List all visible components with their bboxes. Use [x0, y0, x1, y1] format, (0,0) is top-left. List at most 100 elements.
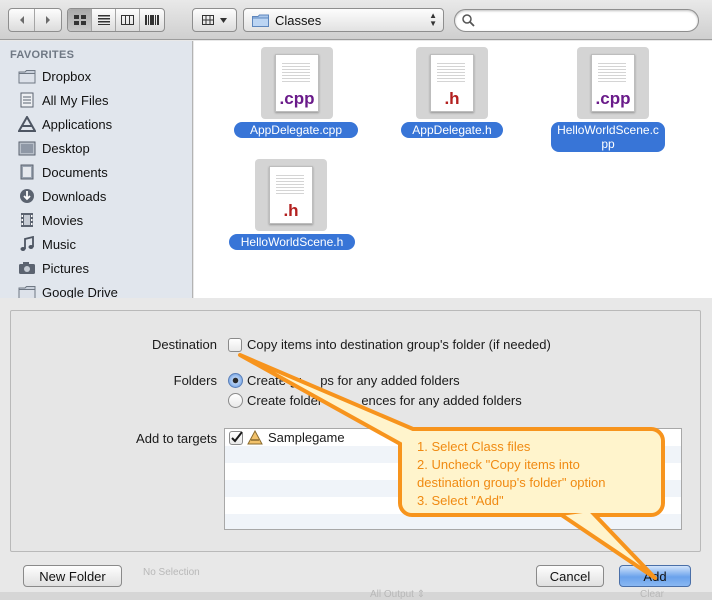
callout-line: 1. Select Class files	[417, 439, 531, 454]
sidebar-item-label: Music	[42, 236, 76, 252]
sidebar-item-applications[interactable]: Applications	[0, 112, 192, 136]
file-name-line: HelloWorldScene.c	[557, 123, 659, 137]
history-nav	[8, 8, 62, 32]
sidebar-item-label: Documents	[42, 164, 108, 180]
search-field[interactable]	[454, 9, 699, 32]
columns-icon	[121, 15, 134, 25]
grid-icon	[73, 15, 86, 25]
sidebar-item-label: Dropbox	[42, 68, 92, 84]
file-extension: .h	[283, 201, 299, 220]
sidebar-item-pictures[interactable]: Pictures	[0, 256, 192, 280]
create-groups-radio[interactable]	[228, 373, 243, 388]
checkmark-icon	[231, 431, 243, 443]
sidebar-item-dropbox[interactable]: Dropbox	[0, 64, 192, 88]
chevron-left-icon	[19, 16, 24, 24]
chevron-right-icon	[46, 16, 50, 24]
file-extension: .cpp	[595, 89, 631, 108]
text-lines	[437, 61, 465, 83]
forward-button[interactable]	[35, 9, 61, 31]
sidebar-item-label: Movies	[42, 212, 84, 228]
new-folder-button[interactable]: New Folder	[23, 565, 122, 587]
document-icon: .h	[430, 54, 474, 112]
sidebar-item-label: Desktop	[42, 140, 90, 156]
file-extension: .h	[444, 89, 460, 108]
applications-icon	[17, 116, 36, 133]
sidebar-header: FAVORITES	[10, 49, 75, 61]
document-icon: .cpp	[275, 54, 319, 112]
copy-items-checkbox[interactable]	[228, 338, 242, 352]
sidebar-item-music[interactable]: Music	[0, 232, 192, 256]
add-button[interactable]: Add	[619, 565, 691, 587]
sidebar-item-google-drive[interactable]: Google Drive	[0, 280, 192, 298]
sidebar-item-all-my-files[interactable]: All My Files	[0, 88, 192, 112]
create-refs-text-b: ences for any added folders	[361, 393, 522, 408]
camera-icon	[17, 260, 36, 277]
text-lines	[282, 61, 310, 83]
create-groups-label: Create gr ps for any added folders	[247, 373, 460, 388]
view-mode-control	[67, 8, 165, 32]
file-name-line: pp	[601, 137, 615, 151]
file-extension: .cpp	[279, 89, 315, 108]
sidebar-item-label: Downloads	[42, 188, 107, 204]
updown-arrows-icon: ▲ ▼	[429, 11, 437, 28]
dropbox-folder-icon	[17, 68, 36, 85]
sidebar-item-label: Applications	[42, 116, 113, 132]
list-icon	[97, 15, 110, 25]
create-references-label: Create folder re ences for any added fold…	[247, 393, 522, 408]
search-icon	[462, 14, 475, 27]
sidebar-item-desktop[interactable]: Desktop	[0, 136, 192, 160]
arrange-button[interactable]	[192, 8, 237, 32]
movies-icon	[17, 212, 36, 229]
music-icon	[17, 236, 36, 253]
file-name: AppDelegate.h	[401, 122, 503, 138]
back-button[interactable]	[9, 9, 35, 31]
text-lines	[276, 173, 304, 195]
destination-label: Destination	[151, 337, 217, 352]
sidebar-item-movies[interactable]: Movies	[0, 208, 192, 232]
background-status-bar: All Output ⇕ Clear	[0, 589, 712, 600]
path-popup-label: Classes	[275, 12, 322, 28]
create-groups-text-b: ps for any added folders	[320, 373, 460, 388]
create-references-radio[interactable]	[228, 393, 243, 408]
icon-view-button[interactable]	[68, 9, 92, 31]
all-files-icon	[17, 92, 36, 109]
folder-icon	[17, 284, 36, 298]
list-view-button[interactable]	[92, 9, 116, 31]
coverflow-icon	[145, 15, 159, 25]
background-all-output: All Output ⇕	[370, 589, 426, 600]
samplegame-checkbox[interactable]	[229, 431, 243, 445]
sidebar: FAVORITES Dropbox All My Files Applicati…	[0, 41, 193, 298]
chevron-down-icon	[220, 17, 227, 23]
desktop-icon	[17, 140, 36, 157]
sidebar-item-documents[interactable]: Documents	[0, 160, 192, 184]
file-name: HelloWorldScene.h	[229, 234, 355, 250]
coverflow-view-button[interactable]	[140, 9, 164, 31]
callout-line: 3. Select "Add"	[417, 493, 504, 508]
targets-label: Add to targets	[136, 431, 217, 446]
create-refs-text-a: Create folder re	[247, 393, 338, 408]
sidebar-item-downloads[interactable]: Downloads	[0, 184, 192, 208]
sidebar-item-label: Google Drive	[42, 284, 118, 299]
search-input[interactable]	[479, 12, 689, 29]
toolbar: Classes ▲ ▼	[0, 0, 712, 40]
background-no-selection: No Selection	[143, 567, 200, 578]
copy-items-label: Copy items into destination group's fold…	[247, 337, 551, 352]
file-name: HelloWorldScene.c pp	[551, 122, 665, 152]
document-icon: .cpp	[591, 54, 635, 112]
path-popup[interactable]: Classes ▲ ▼	[243, 8, 444, 32]
column-view-button[interactable]	[116, 9, 140, 31]
sidebar-item-label: All My Files	[42, 92, 109, 108]
file-name: AppDelegate.cpp	[234, 122, 358, 138]
file-browser: .cpp AppDelegate.cpp .h AppDelegate.h .c…	[194, 41, 712, 298]
cancel-button[interactable]: Cancel	[536, 565, 604, 587]
folders-label: Folders	[173, 373, 217, 388]
folder-icon	[252, 14, 269, 27]
documents-icon	[17, 164, 36, 181]
sidebar-item-label: Pictures	[42, 260, 89, 276]
instruction-callout-text: 1. Select Class files 2. Uncheck "Copy i…	[398, 427, 665, 517]
downloads-icon	[17, 188, 36, 205]
background-clear: Clear	[640, 589, 664, 600]
callout-line: destination group's folder" option	[417, 475, 606, 490]
create-groups-text-a: Create gr	[247, 373, 302, 388]
arrange-grid-icon	[202, 15, 214, 25]
